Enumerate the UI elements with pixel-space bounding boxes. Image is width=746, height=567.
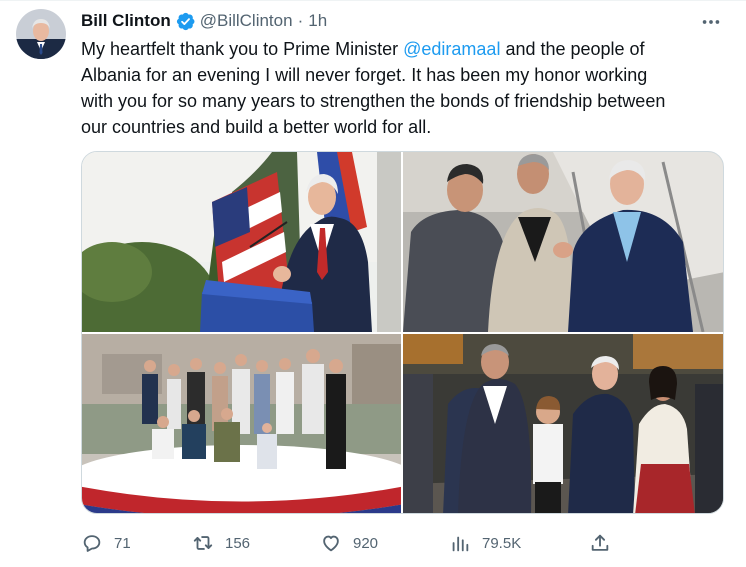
like-button[interactable]: 920 (320, 529, 378, 557)
separator-dot: · (297, 11, 304, 30)
retweet-icon (193, 536, 213, 550)
retweet-button[interactable]: 156 (192, 529, 250, 557)
retweet-count: 156 (225, 534, 251, 552)
share-icon (591, 534, 609, 551)
more-icon[interactable] (698, 11, 724, 33)
tweet-text-line-3: with you for so many years to strengthen… (81, 91, 666, 111)
author-name[interactable]: Bill Clinton (81, 10, 171, 32)
action-bar: 71 156 920 79.5K (81, 529, 621, 557)
tweet-timestamp[interactable]: 1h (308, 10, 327, 32)
like-icon (323, 535, 339, 552)
views-button[interactable]: 79.5K (449, 529, 521, 557)
reply-icon (83, 535, 101, 552)
tweet-header: Bill Clinton @BillClinton · 1h (81, 10, 327, 32)
share-button[interactable] (589, 529, 611, 557)
verified-badge-icon (175, 11, 196, 32)
tweet-text-segment: and the people of (500, 39, 645, 59)
tweet-text: My heartfelt thank you to Prime Minister… (81, 36, 731, 140)
avatar[interactable] (16, 9, 66, 59)
tweet-text-segment: My heartfelt thank you to Prime Minister (81, 39, 404, 59)
tweet-text-line-1: My heartfelt thank you to Prime Minister… (81, 36, 731, 62)
photo-4[interactable] (403, 334, 723, 513)
views-icon (452, 536, 469, 552)
photo-3[interactable] (82, 334, 401, 513)
tweet-card[interactable]: Bill Clinton @BillClinton · 1h My heartf… (0, 0, 746, 567)
like-count: 920 (353, 534, 379, 552)
views-count: 79.5K (482, 534, 522, 552)
photo-1[interactable] (82, 152, 401, 332)
tweet-text-line-2: Albania for an evening I will never forg… (81, 65, 648, 85)
author-handle[interactable]: @BillClinton (200, 10, 293, 32)
media-grid (81, 151, 724, 514)
reply-count: 71 (114, 534, 131, 552)
reply-button[interactable]: 71 (81, 529, 131, 557)
mention-link[interactable]: @ediramaal (403, 39, 500, 59)
photo-2[interactable] (403, 152, 723, 332)
tweet-text-line-4: our countries and build a better world f… (81, 117, 432, 137)
